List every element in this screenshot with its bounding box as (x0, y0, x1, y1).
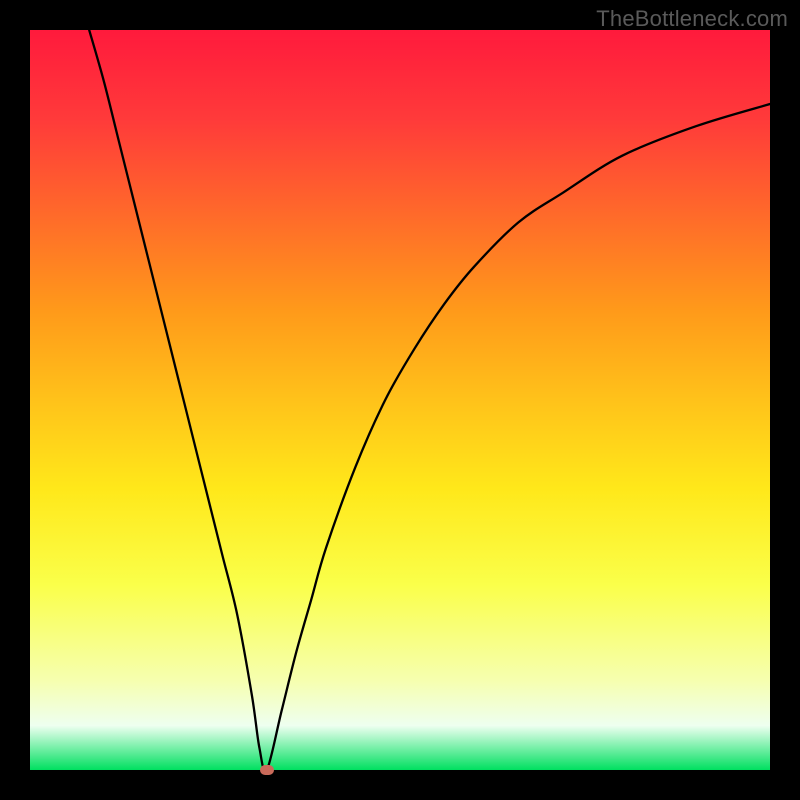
plot-area (30, 30, 770, 770)
bottleneck-curve (30, 30, 770, 770)
optimal-marker (260, 765, 274, 775)
attribution-text: TheBottleneck.com (596, 6, 788, 32)
